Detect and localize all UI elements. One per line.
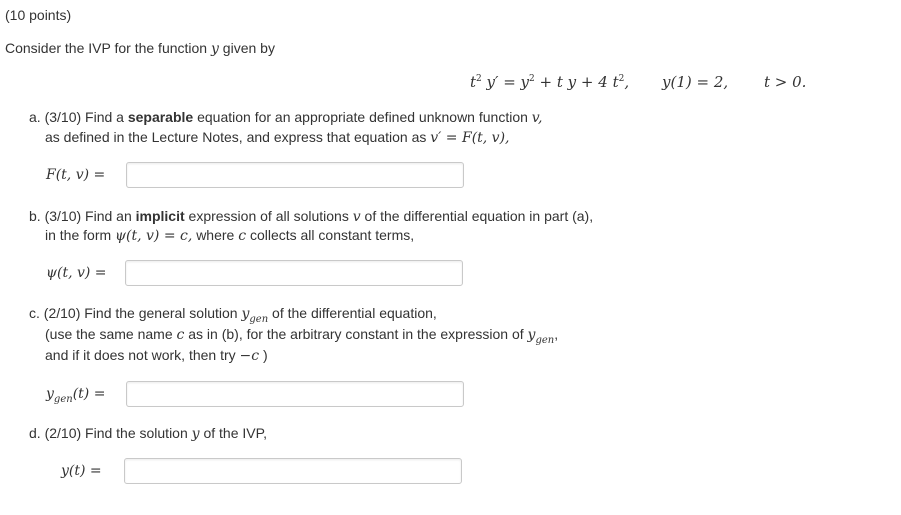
eq-rhs: = y xyxy=(503,73,530,91)
part-c-line1: c. (2/10) Find the general solution ygen… xyxy=(29,305,437,325)
part-d-label: y(t) = xyxy=(61,463,102,479)
part-c-label-sub: gen xyxy=(53,394,73,405)
part-a-line2-text: as defined in the Lecture Notes, and exp… xyxy=(45,129,427,145)
part-d-answer-input[interactable] xyxy=(124,458,462,484)
intro-text: Consider the IVP for the function xyxy=(5,40,208,56)
part-b-text2: of the differential equation in part (a)… xyxy=(364,208,594,224)
part-b-var: v xyxy=(352,209,361,225)
intro-tail: given by xyxy=(222,40,275,56)
part-d-prefix: d. (2/10) Find the solution xyxy=(29,425,188,441)
part-a-var: v, xyxy=(531,110,543,126)
part-c-text: of the differential equation, xyxy=(272,305,437,321)
part-b-bold: implicit xyxy=(135,208,185,224)
intro-var: y xyxy=(210,41,219,57)
part-c-prefix: c. (2/10) Find the general solution xyxy=(29,305,238,321)
part-c-label-post: (t) = xyxy=(72,386,106,402)
part-c-line3-eq: −c xyxy=(239,348,260,364)
eq-lhs-exp: 2 xyxy=(476,74,482,84)
part-c-line3: and if it does not work, then try −c ) xyxy=(45,347,268,364)
part-d-var: y xyxy=(191,426,200,442)
eq-rhs-rest: + t y + 4 t xyxy=(539,73,619,91)
part-a-text: equation for an appropriate defined unkn… xyxy=(197,109,528,125)
part-c-line2-sub: gen xyxy=(535,335,555,346)
part-a-line1: a. (3/10) Find a separable equation for … xyxy=(29,109,543,126)
part-c-label-var: y xyxy=(46,386,54,402)
part-b-line2-c: c xyxy=(238,228,247,244)
part-c-line2-post: , xyxy=(554,326,559,342)
part-b-line2-pre: in the form xyxy=(45,227,112,243)
part-c-line2-pre: (use the same name xyxy=(45,326,173,342)
part-a-bold: separable xyxy=(127,109,194,125)
part-c-line2-mid: as in (b), for the arbitrary constant in… xyxy=(188,326,524,342)
part-d-text: of the IVP, xyxy=(203,425,268,441)
part-b-text: expression of all solutions xyxy=(188,208,349,224)
part-c-line2-c: c xyxy=(176,327,185,343)
points-header: (10 points) xyxy=(5,7,72,23)
eq-rhs-exp: 2 xyxy=(529,74,535,84)
part-a-label: F(t, v) = xyxy=(46,167,106,183)
ivp-equation: t2 y′ = y2 + t y + 4 t2, xyxy=(470,73,629,91)
part-b-label: ψ(t, v) = xyxy=(46,265,107,281)
part-d-line1: d. (2/10) Find the solution y of the IVP… xyxy=(29,425,267,442)
part-b-line1: b. (3/10) Find an implicit expression of… xyxy=(29,208,593,225)
part-c-sub: gen xyxy=(249,314,269,325)
part-b-answer-input[interactable] xyxy=(125,260,463,286)
part-c-line3-pre: and if it does not work, then try xyxy=(45,347,236,363)
initial-condition: y(1) = 2, xyxy=(662,73,729,91)
part-a-line2-eq: v′ = F(t, v), xyxy=(430,130,510,146)
part-b-line2-post: collects all constant terms, xyxy=(249,227,415,243)
part-c-line3-post: ) xyxy=(263,347,268,363)
part-a-prefix: a. (3/10) Find a xyxy=(29,109,124,125)
eq-lhs-yprime: y′ xyxy=(486,73,499,91)
domain-condition: t > 0. xyxy=(764,73,807,91)
part-a-answer-input[interactable] xyxy=(126,162,464,188)
eq-comma: , xyxy=(624,73,630,91)
part-b-line2-eq: ψ(t, v) = c, xyxy=(115,228,193,244)
part-c-label: ygen(t) = xyxy=(46,386,106,405)
part-a-line2: as defined in the Lecture Notes, and exp… xyxy=(45,129,510,146)
part-b-line2: in the form ψ(t, v) = c, where c collect… xyxy=(45,227,414,244)
part-c-line2: (use the same name c as in (b), for the … xyxy=(45,326,559,346)
part-c-answer-input[interactable] xyxy=(126,381,464,407)
problem-intro: Consider the IVP for the function y give… xyxy=(5,40,275,57)
part-b-prefix: b. (3/10) Find an xyxy=(29,208,132,224)
part-b-line2-mid: where xyxy=(196,227,235,243)
